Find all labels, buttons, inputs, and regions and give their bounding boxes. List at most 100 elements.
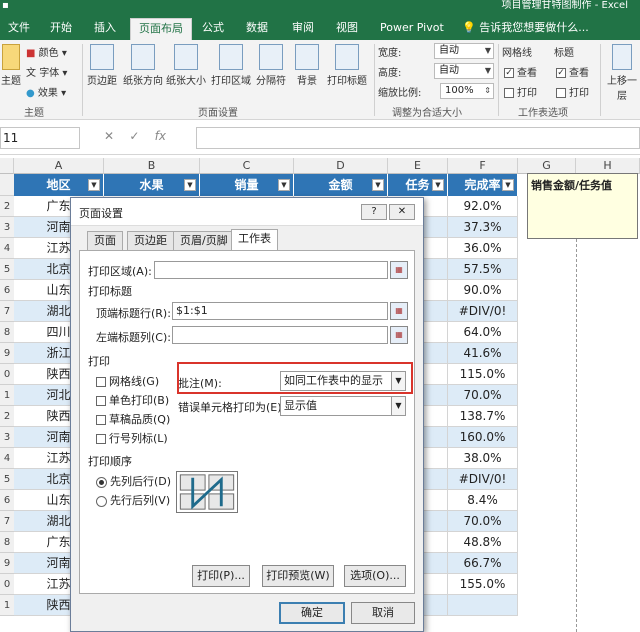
tab-power-pivot[interactable]: Power Pivot bbox=[372, 18, 452, 40]
rate-cell[interactable]: 66.7% bbox=[448, 553, 518, 574]
rate-cell[interactable]: 36.0% bbox=[448, 238, 518, 259]
row-header[interactable]: 8 bbox=[0, 322, 14, 343]
header-cell-region[interactable]: 地区 ▼ bbox=[14, 174, 104, 196]
tab-file[interactable]: 文件 bbox=[0, 18, 38, 40]
row-header[interactable] bbox=[0, 174, 14, 196]
cancel-button[interactable]: 取消 bbox=[351, 602, 415, 624]
orientation-button[interactable]: 纸张方向 bbox=[120, 44, 166, 87]
dialog-tab-sheet[interactable]: 工作表 bbox=[231, 229, 278, 251]
collapse-dialog-icon[interactable]: ▦ bbox=[390, 326, 408, 344]
rate-cell[interactable]: 64.0% bbox=[448, 322, 518, 343]
left-cols-input[interactable] bbox=[172, 326, 388, 344]
row-header[interactable]: 2 bbox=[0, 196, 14, 217]
colors-button[interactable]: ■ 颜色 ▾ bbox=[26, 44, 67, 59]
row-header[interactable]: 6 bbox=[0, 280, 14, 301]
rate-cell[interactable]: 48.8% bbox=[448, 532, 518, 553]
row-header[interactable]: 2 bbox=[0, 406, 14, 427]
select-all-corner[interactable] bbox=[0, 158, 14, 174]
rate-cell[interactable]: #DIV/0! bbox=[448, 469, 518, 490]
header-cell-sales[interactable]: 销量 ▼ bbox=[200, 174, 294, 196]
fx-icon[interactable]: fx bbox=[155, 129, 166, 143]
tab-review[interactable]: 审阅 bbox=[284, 18, 322, 40]
row-header[interactable]: 1 bbox=[0, 595, 14, 616]
filter-dropdown-icon[interactable]: ▼ bbox=[372, 179, 384, 191]
tab-view[interactable]: 视图 bbox=[328, 18, 366, 40]
margins-button[interactable]: 页边距 bbox=[84, 44, 120, 87]
down-then-over-radio[interactable]: 先列后行(D) bbox=[96, 473, 171, 489]
print-area-input[interactable] bbox=[154, 261, 388, 279]
column-header[interactable]: G bbox=[518, 158, 576, 174]
column-header[interactable]: D bbox=[294, 158, 388, 174]
rate-cell[interactable]: 38.0% bbox=[448, 448, 518, 469]
tell-me-box[interactable]: 💡 告诉我您想要做什么... bbox=[462, 18, 589, 38]
height-select[interactable]: 自动 ▼ bbox=[434, 63, 494, 79]
header-cell-fruit[interactable]: 水果 ▼ bbox=[104, 174, 200, 196]
collapse-dialog-icon[interactable]: ▦ bbox=[390, 261, 408, 279]
column-header[interactable]: C bbox=[200, 158, 294, 174]
name-box[interactable]: 11 bbox=[0, 127, 80, 149]
rate-cell[interactable]: 70.0% bbox=[448, 385, 518, 406]
rate-cell[interactable]: 8.4% bbox=[448, 490, 518, 511]
row-header[interactable]: 4 bbox=[0, 448, 14, 469]
rate-cell[interactable] bbox=[448, 595, 518, 616]
dialog-tab-margins[interactable]: 页边距 bbox=[127, 231, 174, 251]
dialog-tab-header-footer[interactable]: 页眉/页脚 bbox=[173, 231, 235, 251]
effects-button[interactable]: ● 效果 ▾ bbox=[26, 84, 66, 99]
filter-dropdown-icon[interactable]: ▼ bbox=[184, 179, 196, 191]
header-cell-rate[interactable]: 完成率 ▼ bbox=[448, 174, 518, 196]
themes-button[interactable]: 主题 bbox=[0, 44, 22, 87]
row-header[interactable]: 4 bbox=[0, 238, 14, 259]
row-header[interactable]: 5 bbox=[0, 469, 14, 490]
help-button[interactable]: ? bbox=[361, 204, 387, 220]
breaks-button[interactable]: 分隔符 bbox=[254, 44, 288, 87]
print-titles-button[interactable]: 打印标题 bbox=[324, 44, 370, 87]
filter-dropdown-icon[interactable]: ▼ bbox=[88, 179, 100, 191]
confirm-icon[interactable]: ✓ bbox=[129, 129, 139, 143]
rate-cell[interactable]: 138.7% bbox=[448, 406, 518, 427]
background-button[interactable]: 背景 bbox=[292, 44, 322, 87]
column-header[interactable]: H bbox=[576, 158, 640, 174]
top-rows-input[interactable]: $1:$1 bbox=[172, 302, 388, 320]
tab-formulas[interactable]: 公式 bbox=[194, 18, 232, 40]
rate-cell[interactable]: 41.6% bbox=[448, 343, 518, 364]
row-header[interactable]: 1 bbox=[0, 385, 14, 406]
black-white-checkbox[interactable]: 单色打印(B) bbox=[96, 392, 169, 408]
row-header[interactable]: 9 bbox=[0, 343, 14, 364]
gridlines-checkbox[interactable]: 网格线(G) bbox=[96, 373, 159, 389]
collapse-dialog-icon[interactable]: ▦ bbox=[390, 302, 408, 320]
rate-cell[interactable]: 37.3% bbox=[448, 217, 518, 238]
row-header[interactable]: 8 bbox=[0, 532, 14, 553]
scale-input[interactable]: 100% ⇕ bbox=[440, 83, 494, 99]
header-cell-amount[interactable]: 金额 ▼ bbox=[294, 174, 388, 196]
rate-cell[interactable]: 57.5% bbox=[448, 259, 518, 280]
headings-print-checkbox[interactable]: 打印 bbox=[556, 84, 589, 99]
row-header[interactable]: 0 bbox=[0, 574, 14, 595]
close-button[interactable]: ✕ bbox=[389, 204, 415, 220]
tab-insert[interactable]: 插入 bbox=[86, 18, 124, 40]
dialog-tab-page[interactable]: 页面 bbox=[87, 231, 123, 251]
rate-cell[interactable]: #DIV/0! bbox=[448, 301, 518, 322]
fonts-button[interactable]: 文 字体 ▾ bbox=[26, 64, 67, 79]
rate-cell[interactable]: 155.0% bbox=[448, 574, 518, 595]
column-header[interactable]: F bbox=[448, 158, 518, 174]
column-header[interactable]: A bbox=[14, 158, 104, 174]
size-button[interactable]: 纸张大小 bbox=[164, 44, 208, 87]
cell-comment[interactable]: 销售金额/任务值 bbox=[527, 173, 638, 239]
row-header[interactable]: 0 bbox=[0, 364, 14, 385]
filter-dropdown-icon[interactable]: ▼ bbox=[278, 179, 290, 191]
gridlines-print-checkbox[interactable]: 打印 bbox=[504, 84, 537, 99]
print-preview-button[interactable]: 打印预览(W) bbox=[262, 565, 334, 587]
rate-cell[interactable]: 70.0% bbox=[448, 511, 518, 532]
row-col-headings-checkbox[interactable]: 行号列标(L) bbox=[96, 430, 168, 446]
cancel-icon[interactable]: ✕ bbox=[104, 129, 114, 143]
ok-button[interactable]: 确定 bbox=[279, 602, 345, 624]
filter-dropdown-icon[interactable]: ▼ bbox=[502, 179, 514, 191]
headings-view-checkbox[interactable]: ✓ 查看 bbox=[556, 64, 589, 79]
row-header[interactable]: 7 bbox=[0, 301, 14, 322]
row-header[interactable]: 9 bbox=[0, 553, 14, 574]
column-header[interactable]: E bbox=[388, 158, 448, 174]
bring-forward-button[interactable]: 上移一层 bbox=[604, 44, 640, 102]
formula-input[interactable] bbox=[196, 127, 640, 149]
print-button[interactable]: 打印(P)... bbox=[192, 565, 250, 587]
tab-page-layout[interactable]: 页面布局 bbox=[130, 18, 192, 40]
